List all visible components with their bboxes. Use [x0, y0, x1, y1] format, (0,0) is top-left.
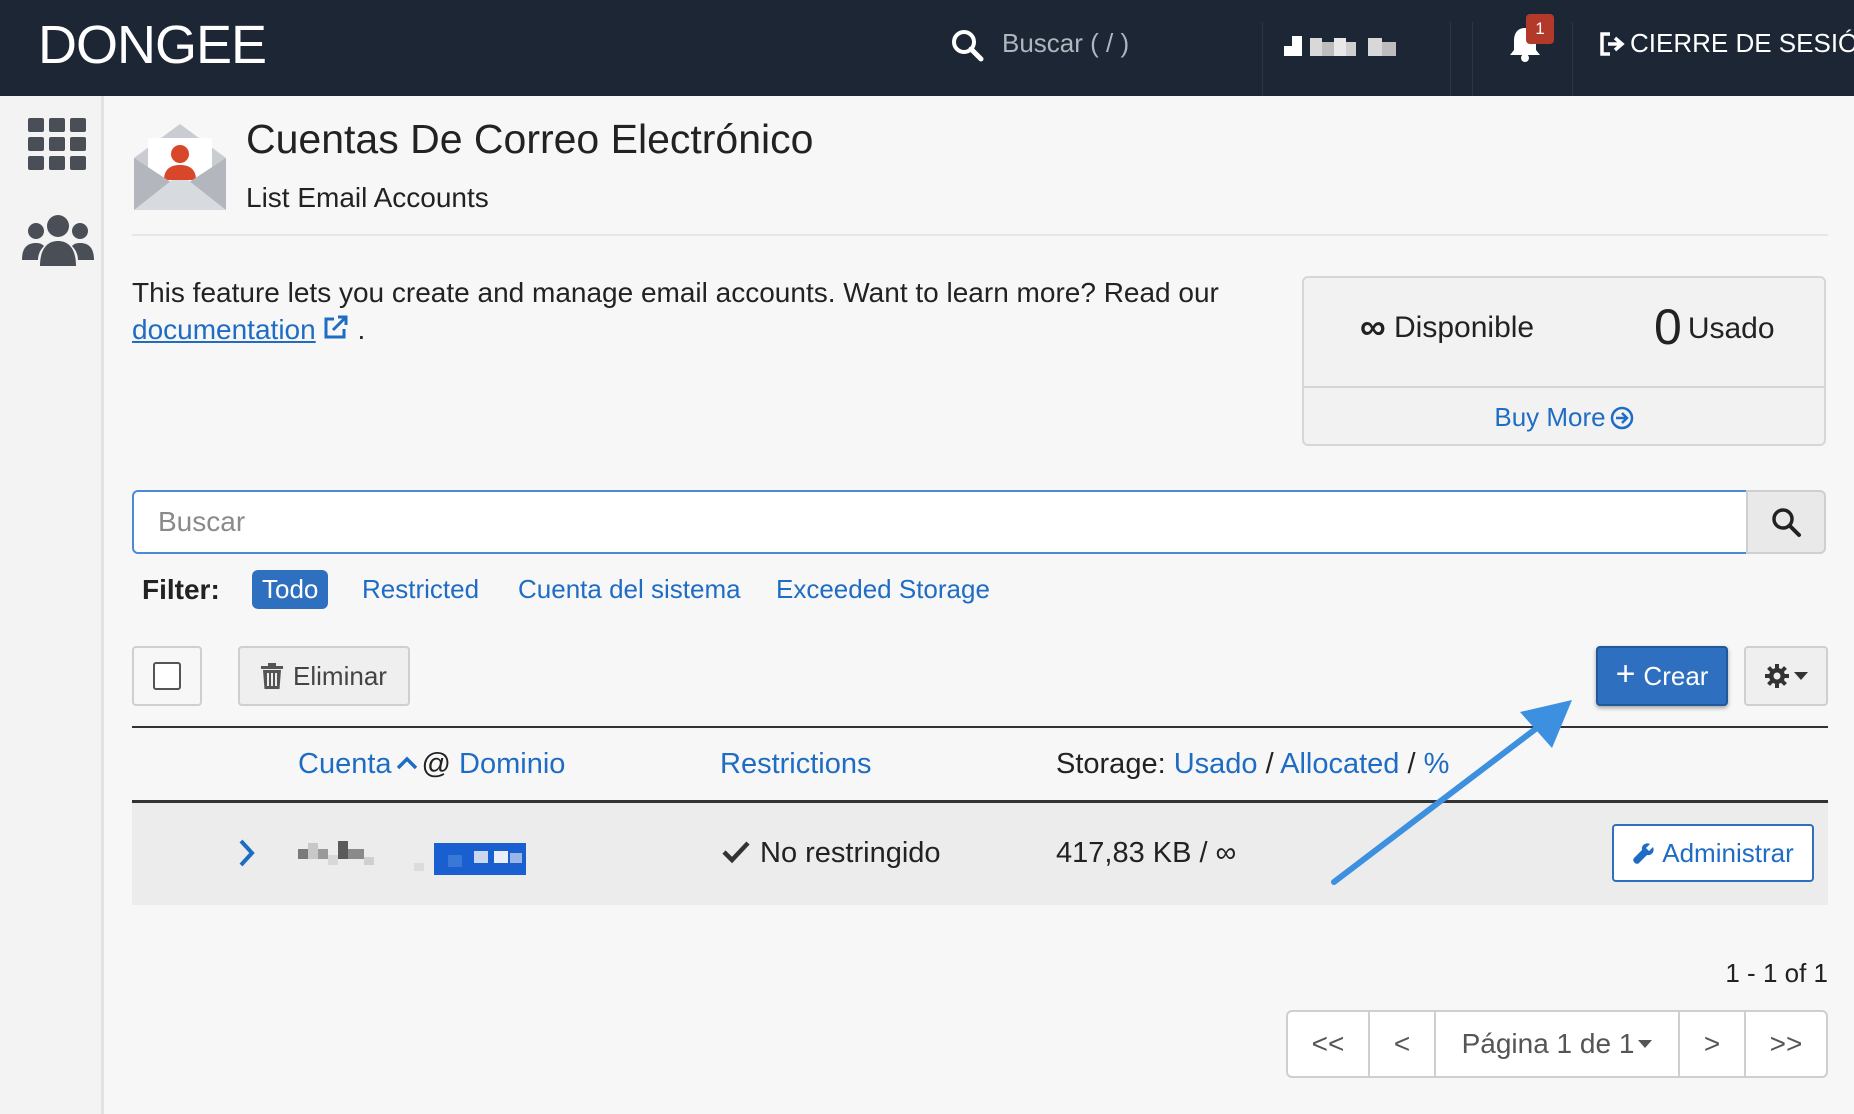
infinity-symbol: ∞ [1360, 306, 1386, 347]
column-header-account[interactable]: Cuenta @ Dominio [298, 748, 565, 781]
global-search-input[interactable]: Buscar ( / ) [1002, 28, 1129, 59]
page-title: Cuentas De Correo Electrónico [246, 116, 814, 162]
buy-more-label: Buy More [1494, 402, 1606, 432]
used-value: 0 [1654, 299, 1682, 355]
sort-used[interactable]: Usado [1174, 748, 1258, 780]
brand-logo[interactable]: DONGEE [38, 14, 267, 76]
filter-exceeded-storage[interactable]: Exceeded Storage [776, 574, 990, 605]
sort-domain[interactable]: Dominio [459, 748, 565, 780]
available-label: Disponible [1394, 311, 1535, 344]
divider [1450, 22, 1451, 96]
filter-label: Filter: [142, 574, 220, 605]
logout-icon [1600, 31, 1625, 56]
select-all-checkbox[interactable] [132, 646, 202, 706]
manage-button[interactable]: Administrar [1612, 824, 1814, 882]
restriction-label: No restringido [760, 837, 941, 869]
column-header-restrictions[interactable]: Restrictions [720, 748, 872, 781]
checkmark-icon [722, 841, 750, 864]
intro-period: . [357, 314, 366, 345]
delete-button[interactable]: Eliminar [238, 646, 410, 706]
notification-badge: 1 [1526, 14, 1554, 44]
chevron-right-icon[interactable] [236, 837, 258, 869]
annotation-arrow [1331, 700, 1572, 885]
used-quota: 0 Usado [1654, 298, 1775, 356]
separator: / [1265, 748, 1274, 780]
storage-prefix: Storage: [1056, 748, 1166, 780]
page-label: Página 1 de 1 [1461, 1028, 1635, 1059]
delete-label: Eliminar [293, 660, 387, 691]
divider [1262, 22, 1263, 96]
pagination: << < Página 1 de 1 > >> [1286, 1010, 1828, 1078]
email-accounts-icon [134, 124, 226, 210]
caret-down-icon [1794, 672, 1808, 680]
intro-description: This feature lets you create and manage … [132, 277, 1219, 308]
gear-icon [1765, 664, 1789, 688]
prev-page-button[interactable]: < [1370, 1012, 1436, 1076]
sort-ascending-icon [396, 756, 417, 770]
available-quota: ∞ Disponible [1360, 306, 1534, 348]
caret-down-icon [1638, 1040, 1653, 1048]
create-button[interactable]: + Crear [1596, 646, 1728, 706]
manage-label: Administrar [1662, 837, 1794, 868]
trash-icon [261, 663, 284, 689]
filter-system-account[interactable]: Cuenta del sistema [518, 574, 741, 605]
search-icon [1772, 508, 1801, 537]
settings-dropdown-button[interactable] [1744, 646, 1828, 706]
plus-icon: + [1615, 655, 1636, 693]
divider [1572, 22, 1573, 96]
create-label: Crear [1643, 660, 1709, 691]
search-icon[interactable] [948, 26, 988, 66]
last-page-button[interactable]: >> [1746, 1012, 1826, 1076]
page-subtitle: List Email Accounts [246, 182, 489, 213]
top-bar: DONGEE Buscar ( / ) 1 CIERRE DE SESIÓN [0, 0, 1854, 96]
at-symbol: @ [421, 748, 451, 780]
user-menu[interactable] [1284, 32, 1406, 56]
logout-button[interactable]: CIERRE DE SESIÓN [1598, 28, 1854, 59]
sidebar [0, 96, 104, 1114]
email-quota-panel: ∞ Disponible 0 Usado Buy More [1302, 276, 1826, 446]
first-page-button[interactable]: << [1288, 1012, 1370, 1076]
checkbox-box [153, 662, 181, 690]
result-range: 1 - 1 of 1 [1725, 958, 1828, 988]
documentation-link[interactable]: documentation [132, 314, 316, 345]
wrench-icon [1633, 843, 1654, 864]
quota-summary: ∞ Disponible 0 Usado [1304, 278, 1824, 388]
logout-label: CIERRE DE SESIÓN [1630, 28, 1854, 58]
apps-grid-icon[interactable] [28, 118, 86, 170]
buy-more-link[interactable]: Buy More [1304, 402, 1824, 433]
sort-account[interactable]: Cuenta [298, 748, 392, 780]
restriction-status: No restringido [722, 837, 941, 870]
account-search-input[interactable] [132, 490, 1748, 554]
account-email-redacted[interactable] [298, 833, 528, 879]
users-icon[interactable] [22, 214, 94, 268]
next-page-button[interactable]: > [1680, 1012, 1746, 1076]
used-label: Usado [1687, 312, 1775, 345]
storage-usage: 417,83 KB / ∞ [1056, 837, 1237, 869]
divider [132, 234, 1828, 236]
intro-text: This feature lets you create and manage … [132, 274, 1232, 348]
search-button[interactable] [1746, 490, 1826, 554]
arrow-circle-right-icon [1610, 406, 1633, 430]
filter-restricted[interactable]: Restricted [362, 574, 479, 605]
divider [1472, 22, 1473, 96]
external-link-icon[interactable] [320, 313, 350, 343]
filter-all[interactable]: Todo [252, 570, 329, 609]
page-selector[interactable]: Página 1 de 1 [1436, 1012, 1680, 1076]
